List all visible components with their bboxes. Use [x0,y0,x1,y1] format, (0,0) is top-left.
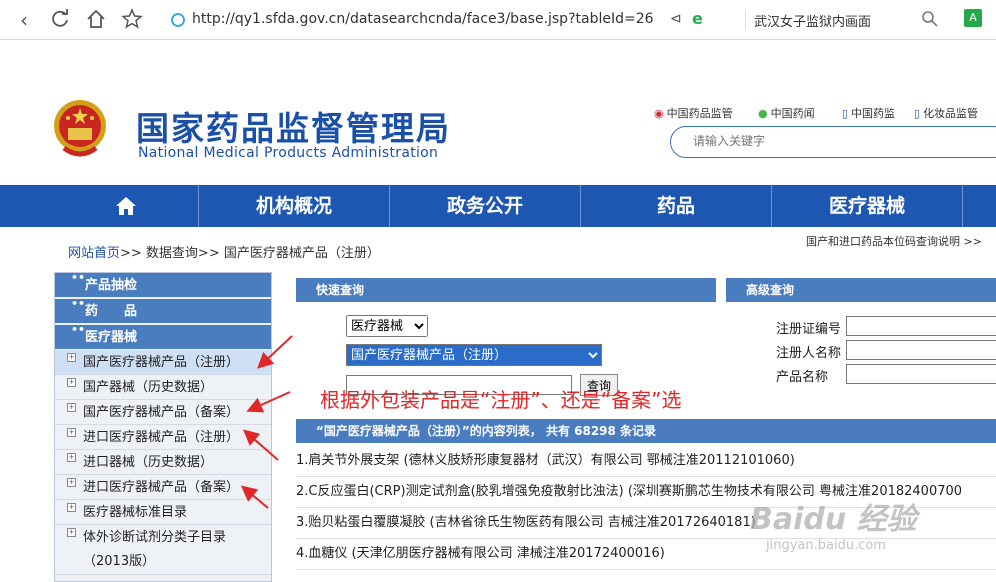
header-link-cosmetics[interactable]: ▯ 化妆品监管 [914,105,978,121]
address-bar[interactable]: http://qy1.sfda.gov.cn/datasearchcnda/fa… [164,6,744,34]
sidebar-item[interactable]: + 进口器械（历史数据） [55,450,271,475]
home-icon[interactable] [84,8,108,32]
header-link-label: 中国药监 [851,107,896,120]
wechat-icon: ● [758,107,768,120]
sidebar-item-label: 国产医疗器械产品（注册） [83,355,240,370]
star-icon[interactable] [120,8,144,32]
sidebar-item[interactable]: + 进口医疗器械产品（注册） [55,425,271,450]
table-select[interactable]: 国产医疗器械产品（注册） [346,344,602,366]
registration-number-field[interactable] [846,316,996,336]
sidebar-item[interactable]: + 体外诊断试剂分类子目录 （2013版） [55,525,271,575]
watermark-url: jingyan.baidu.com [766,538,886,553]
site-subtitle: National Medical Products Administration [138,145,439,161]
bullet-icon: •• [71,297,86,310]
bullet-icon: •• [71,323,86,336]
expand-icon: + [67,478,76,487]
bullet-icon: •• [71,271,86,284]
header-link-wechat[interactable]: ● 中国药闻 [758,105,815,121]
registrant-name-field[interactable] [846,340,996,360]
sidebar-item-label: 进口器械（历史数据） [83,455,214,470]
mobile-icon: ▯ [842,107,849,120]
sidebar-item[interactable]: + 国产医疗器械产品（注册） [55,350,271,375]
header-link-label: 中国药品监管 [666,107,733,120]
site-title: 国家药品监督管理局 [136,109,451,148]
sidebar-header-label: 药 品 [85,304,138,319]
advanced-search-title: 高级查询 [726,278,996,302]
main-nav: 机构概况 政务公开 药品 医疗器械 [0,185,996,227]
quick-search-title: 快速查询 [296,278,716,302]
shield-icon [170,12,186,32]
results-header: “国产医疗器械产品（注册）”的内容列表， 共有 68298 条记录 [296,419,996,443]
header-link-label: 化妆品监管 [923,107,979,120]
sidebar-item-label: 国产医疗器械产品（备案） [83,405,240,420]
arrow-icon [240,335,293,509]
nav-item[interactable]: 药品 [581,185,772,227]
site-search[interactable] [670,126,996,158]
watermark: Baidu 经验 jingyan.baidu.com [750,494,917,553]
header-link-weibo[interactable]: ◉ 中国药品监管 [654,105,733,121]
sidebar-item[interactable]: + 进口医疗器械产品（备案） [55,475,271,500]
back-icon[interactable]: ‹ [12,8,36,32]
category-select[interactable]: 医疗器械 [346,315,428,337]
product-name-field[interactable] [846,364,996,384]
field-label: 注册证编号 [776,322,842,337]
watermark-logo: Baidu 经验 [750,502,917,537]
nav-item[interactable]: 政务公开 [390,185,581,227]
sidebar-header[interactable]: •• 产品抽检 [55,271,271,297]
weibo-icon: ◉ [654,107,664,120]
search-icon[interactable] [921,10,939,32]
divider [745,10,746,30]
field-label: 产品名称 [776,370,829,385]
search-input[interactable] [693,134,973,148]
annotation-text: 根据外包装产品是“注册”、还是“备案”选 [320,388,682,412]
result-row[interactable]: 1.肩关节外展支架 (德林义肢矫形康复器材（武汉）有限公司 鄂械注准201121… [296,446,996,477]
breadcrumb: 网站首页>> 数据查询>> 国产医疗器械产品（注册） [68,242,380,261]
expand-icon: + [67,378,76,387]
translate-icon[interactable]: A [964,9,982,27]
header-link-label: 中国药闻 [770,107,815,120]
refresh-icon[interactable] [48,8,72,32]
expand-icon: + [67,353,76,362]
browser-toolbar: ‹ http://qy1.sfda.gov.cn/datasearchcnda/… [0,0,996,40]
breadcrumb-path: >> 数据查询>> 国产医疗器械产品（注册） [120,246,380,261]
sidebar-item[interactable]: + 国产医疗器械产品（备案） [55,400,271,425]
expand-icon: + [67,428,76,437]
field-label: 注册人名称 [776,346,842,361]
sidebar-item-label: （2013版） [83,554,156,569]
nav-item[interactable]: 医疗器械 [772,185,963,227]
share-icon[interactable]: ⊲ [670,11,682,27]
expand-icon: + [67,403,76,412]
sidebar-item[interactable]: + 医疗器械标准目录 [55,500,271,525]
breadcrumb-home[interactable]: 网站首页 [68,246,120,261]
expand-icon: + [67,453,76,462]
home-icon [116,197,136,215]
sidebar-item-label: 进口医疗器械产品（备案） [83,480,240,495]
expand-icon: + [67,503,76,512]
sidebar-item-label: 进口医疗器械产品（注册） [83,430,240,445]
tab-title[interactable]: 武汉女子监狱内画面 [754,11,871,30]
nav-item[interactable]: 机构概况 [199,185,390,227]
mobile-icon: ▯ [914,107,921,120]
sidebar-header-label: 医疗器械 [85,330,138,345]
sidebar-header[interactable]: •• 药 品 [55,297,271,323]
expand-icon: + [67,528,76,537]
sidebar-header-label: 产品抽检 [85,278,138,293]
emblem-icon [52,98,108,160]
nav-home[interactable] [54,185,199,227]
sidebar-item[interactable]: + 国产器械（历史数据） [55,375,271,400]
code-query-link[interactable]: 国产和进口药品本位码查询说明 >> [806,233,982,249]
browser-e-icon[interactable]: e [692,9,703,28]
sidebar-item-label: 医疗器械标准目录 [83,505,188,520]
sidebar-item-label: 体外诊断试剂分类子目录 [83,530,227,545]
sidebar-item-label: 国产器械（历史数据） [83,380,214,395]
url-text[interactable]: http://qy1.sfda.gov.cn/datasearchcnda/fa… [192,11,662,27]
header-link-app[interactable]: ▯ 中国药监 [842,105,895,121]
sidebar-header[interactable]: •• 医疗器械 [55,323,271,349]
